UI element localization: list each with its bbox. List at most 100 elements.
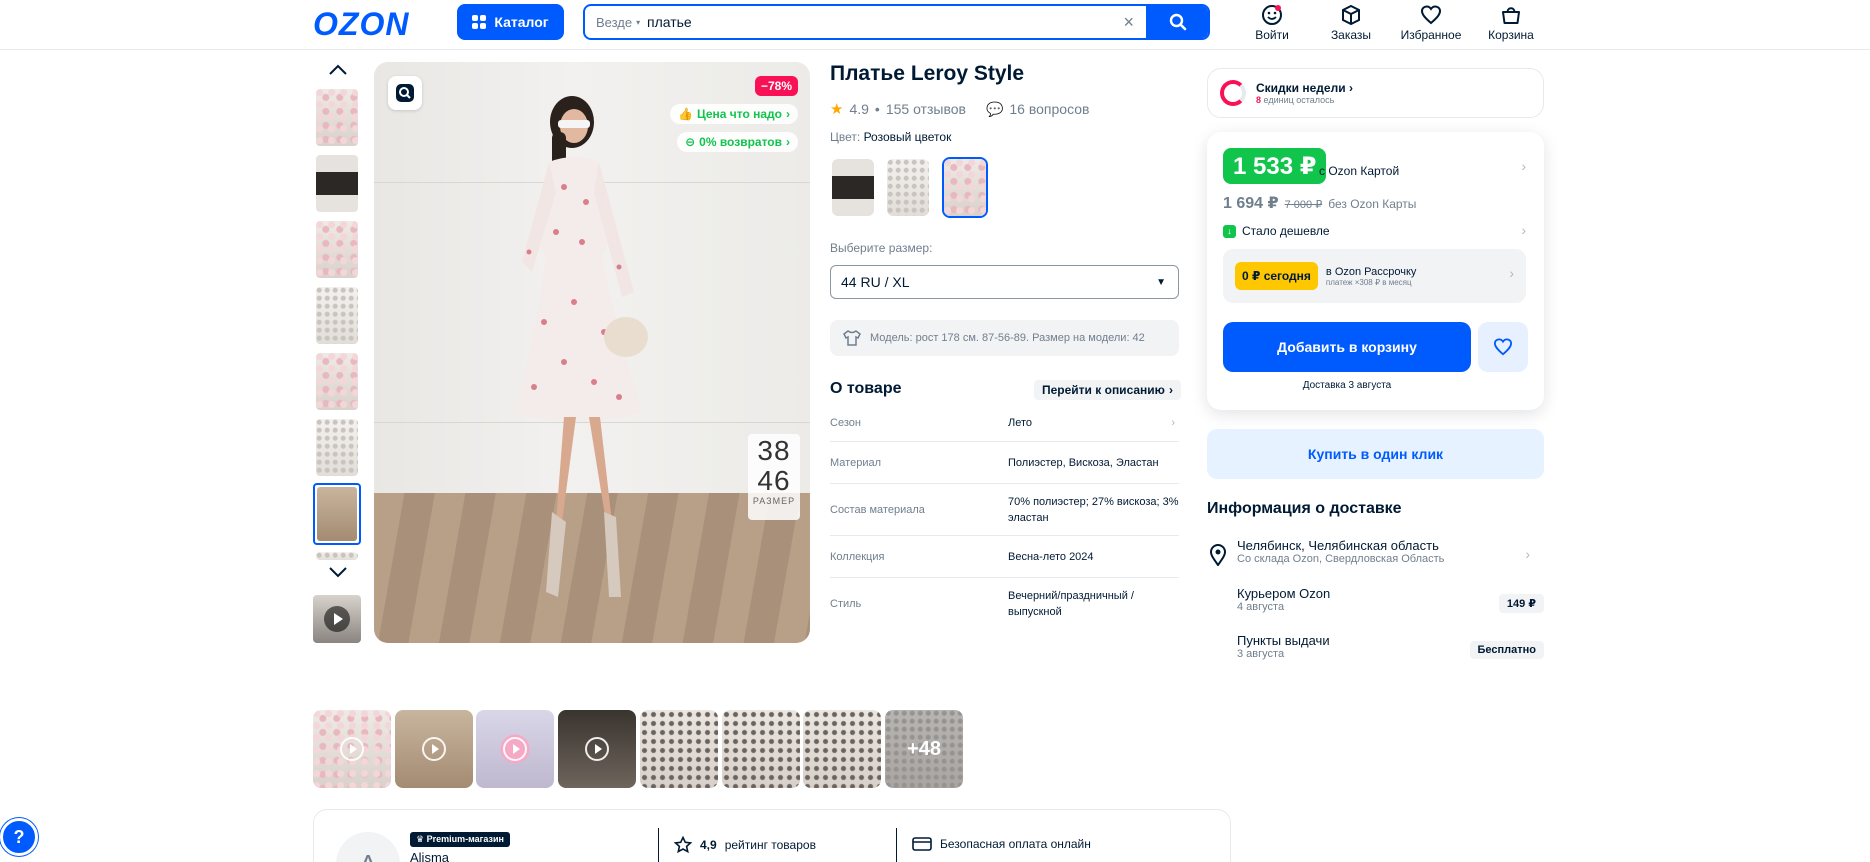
shirt-icon [843, 330, 861, 346]
thumbs-up-icon: 👍 [677, 107, 693, 121]
media-item[interactable] [640, 710, 718, 788]
color-variant[interactable] [830, 157, 876, 218]
delivery-title: Информация о доставке [1207, 500, 1402, 517]
tag-returns[interactable]: ⊖ 0% возвратов › [677, 132, 798, 152]
questions-link[interactable]: 16 вопросов [1009, 101, 1089, 117]
rating-row: ★ 4.9 • 155 отзывов 💬 16 вопросов [830, 100, 1090, 119]
play-icon [422, 737, 446, 761]
search-scope-select[interactable]: Везде ▾ [585, 15, 647, 30]
seller-rating-label: рейтинг товаров [724, 838, 816, 852]
nav-favorites[interactable]: Избранное [1396, 4, 1466, 42]
chevron-right-icon: › [1171, 416, 1175, 429]
main-photo[interactable]: −78% 👍 Цена что надо › ⊖ 0% возвратов › … [374, 62, 810, 643]
thumbnail[interactable] [316, 287, 358, 344]
installment-sub: платеж ×308 ₽ в месяц [1325, 277, 1412, 287]
add-to-cart-button[interactable]: Добавить в корзину [1223, 322, 1471, 372]
deals-title: Скидки недели › [1256, 81, 1353, 95]
nav-favorites-label: Избранное [1400, 28, 1462, 42]
reviews-link[interactable]: 155 отзывов [886, 101, 966, 117]
weekly-deals[interactable]: Скидки недели › 8 единиц осталось [1207, 68, 1544, 118]
spec-key: Материал [830, 456, 881, 469]
delivery-option-date: 4 августа [1237, 601, 1285, 613]
add-to-favorites-button[interactable] [1478, 322, 1528, 372]
spec-row: Сезон Лето › [830, 404, 1179, 442]
video-thumbnail[interactable] [313, 595, 361, 643]
model-info: Модель: рост 178 см. 87-56-89. Размер на… [830, 320, 1179, 356]
color-variant-selected[interactable] [942, 157, 988, 218]
delivery-option-name: Курьером Ozon [1237, 586, 1331, 601]
spec-value: 70% полиэстер; 27% вискоза; 3% эластан [1008, 495, 1179, 524]
chevron-right-icon: › [1168, 383, 1173, 397]
ozon-logo[interactable]: OZON [313, 6, 409, 43]
nav-cart[interactable]: Корзина [1476, 4, 1546, 42]
thumbnail[interactable] [316, 419, 358, 476]
tag-label: 0% возвратов [699, 135, 782, 149]
catalog-label: Каталог [494, 14, 549, 30]
price-regular: 1 694 ₽ [1223, 195, 1279, 212]
size-select[interactable]: 44 RU / XL ▼ [830, 265, 1179, 299]
thumbs-up-button[interactable] [325, 64, 351, 82]
spec-row: Материал Полиэстер, Вискоза, Эластан [830, 442, 1179, 484]
delivery-option-price: 149 ₽ [1498, 594, 1544, 613]
progress-ring-icon [1220, 80, 1246, 106]
spec-row: Стиль Вечерний/праздничный /выпускной [830, 578, 1179, 630]
card-icon [912, 837, 932, 851]
thumbnail[interactable] [316, 221, 358, 278]
buy-one-click-button[interactable]: Купить в один клик [1207, 429, 1544, 479]
delivery-option-price: Бесплатно [1469, 641, 1544, 659]
nav-login[interactable]: Войти [1237, 4, 1307, 42]
thumbs-down-button[interactable] [325, 566, 351, 584]
catalog-button[interactable]: Каталог [457, 4, 564, 40]
color-value: Розовый цветок [863, 130, 952, 144]
price-with-card[interactable]: 1 533 ₽ [1223, 148, 1327, 184]
chevron-right-icon: › [1525, 546, 1530, 562]
color-variant[interactable] [885, 157, 931, 218]
search-input[interactable]: платье [647, 14, 1123, 30]
tag-good-price[interactable]: 👍 Цена что надо › [669, 104, 798, 124]
media-item[interactable] [476, 710, 554, 788]
thumbnail[interactable] [316, 89, 358, 146]
thumbnail[interactable] [316, 353, 358, 410]
arrow-down-icon: ↓ [1223, 224, 1236, 238]
installment-row[interactable]: 0 ₽ сегодня в Ozon Рассрочку платеж ×308… [1223, 249, 1526, 303]
user-icon [1262, 5, 1282, 25]
price-with-card-note: с Ozon Картой [1319, 164, 1400, 178]
media-item[interactable] [722, 710, 800, 788]
media-item[interactable] [803, 710, 881, 788]
price-drop-row[interactable]: ↓ Стало дешевле [1223, 224, 1330, 238]
image-search-button[interactable] [388, 76, 422, 110]
media-item[interactable] [313, 710, 391, 788]
chevron-right-icon[interactable]: › [1521, 222, 1526, 238]
media-item[interactable] [395, 710, 473, 788]
media-more-label: +48 [885, 710, 963, 788]
star-icon: ★ [830, 101, 844, 118]
media-item[interactable] [558, 710, 636, 788]
thumbnail-active[interactable] [313, 483, 361, 545]
star-outline-icon [674, 836, 692, 854]
seller-name[interactable]: Alisma [410, 850, 449, 862]
seller-avatar[interactable]: A [336, 832, 400, 862]
delivery-location[interactable]: Челябинск, Челябинская область Со склада… [1207, 538, 1544, 566]
nav-orders[interactable]: Заказы [1316, 4, 1386, 42]
tag-label: Цена что надо [696, 107, 782, 121]
clear-icon[interactable]: × [1123, 12, 1146, 33]
thumbnail[interactable] [316, 155, 358, 212]
seller-card: A ♛ Premium-магазин Alisma 4,9 рейтинг т… [313, 809, 1231, 862]
chevron-right-icon[interactable]: › [1521, 158, 1526, 174]
nav-cart-label: Корзина [1488, 28, 1534, 42]
thumbnail[interactable] [316, 552, 358, 560]
installment-title: в Ozon Рассрочку [1325, 265, 1417, 278]
play-icon [340, 737, 364, 761]
search-button[interactable] [1146, 6, 1208, 38]
spec-value[interactable]: Лето [1008, 415, 1171, 431]
about-title: О товаре [830, 380, 902, 397]
help-button[interactable]: ? [0, 818, 38, 856]
chevron-up-icon [329, 64, 347, 75]
media-more[interactable]: +48 [885, 710, 963, 788]
chevron-down-icon: ▾ [636, 17, 641, 27]
secure-payment-label: Безопасная оплата онлайн [940, 837, 1091, 851]
goto-description-button[interactable]: Перейти к описанию › [1034, 380, 1181, 400]
delivery-option: Пункты выдачи 3 августа Бесплатно [1207, 633, 1544, 660]
seller-rating-value: 4,9 [700, 838, 717, 852]
delivery-date-note: Доставка 3 августа [1302, 380, 1392, 391]
